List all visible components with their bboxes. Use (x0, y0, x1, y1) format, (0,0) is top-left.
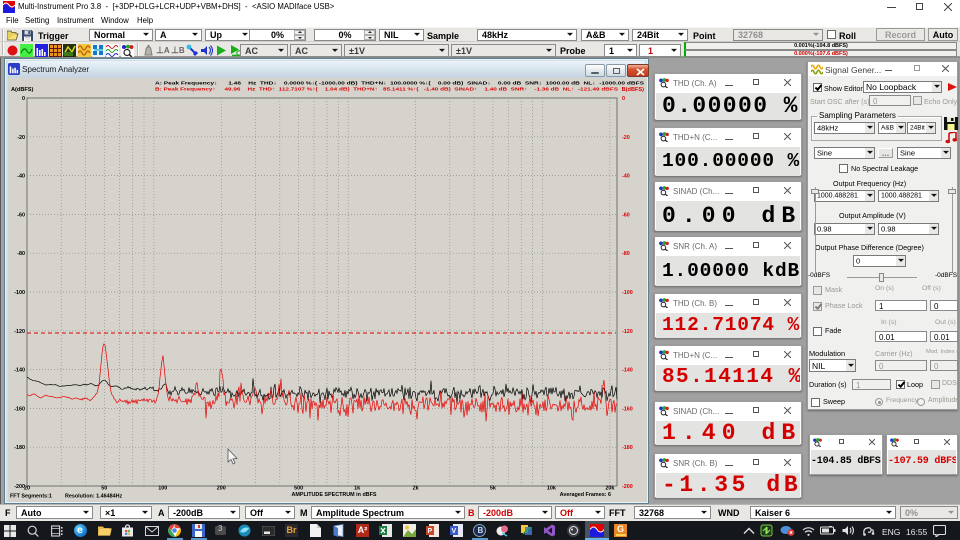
svg-text:5k: 5k (490, 486, 496, 492)
svg-text:-140: -140 (622, 368, 633, 374)
svg-text:20: 20 (24, 486, 30, 492)
svg-text:-200: -200 (622, 484, 633, 490)
svg-text:A(dBFS): A(dBFS) (11, 87, 34, 93)
svg-text:-40: -40 (17, 174, 25, 180)
svg-text:0: 0 (622, 96, 625, 102)
svg-text:-40: -40 (622, 174, 630, 180)
svg-text:B: Peak Frequency↑ 49.96: B: Peak Frequency↑ 49.96 Hz THD↑ 112.710… (155, 87, 619, 93)
svg-text:-80: -80 (622, 251, 630, 257)
svg-text:10k: 10k (547, 486, 556, 492)
svg-text:-160: -160 (14, 406, 25, 412)
svg-text:50: 50 (101, 486, 107, 492)
svg-text:-60: -60 (17, 212, 25, 218)
svg-text:-100: -100 (622, 290, 633, 296)
svg-text:0: 0 (22, 96, 25, 102)
svg-text:P: P (428, 528, 433, 535)
svg-text:-60: -60 (622, 212, 630, 218)
svg-text:500: 500 (294, 486, 303, 492)
svg-text:-180: -180 (14, 445, 25, 451)
svg-text:Averaged Frames: 6: Averaged Frames: 6 (560, 492, 611, 498)
svg-text:-140: -140 (14, 368, 25, 374)
svg-text:-20: -20 (622, 135, 630, 141)
svg-text:A: Peak Frequency↓ 1.46: A: Peak Frequency↓ 1.46 Hz THD↓ 0.0000 %… (155, 81, 645, 87)
svg-text:-80: -80 (17, 251, 25, 257)
svg-text:20k: 20k (605, 486, 614, 492)
svg-text:V: V (452, 528, 457, 535)
svg-text:2k: 2k (413, 486, 419, 492)
svg-text:Resolution: 1.46484Hz: Resolution: 1.46484Hz (65, 494, 123, 500)
svg-text:-120: -120 (14, 329, 25, 335)
svg-text:-100: -100 (14, 290, 25, 296)
svg-text:-180: -180 (622, 445, 633, 451)
svg-text:FFT Segments:1: FFT Segments:1 (10, 494, 52, 500)
svg-text:100: 100 (158, 486, 167, 492)
svg-text:-120: -120 (622, 329, 633, 335)
svg-text:-160: -160 (622, 406, 633, 412)
svg-text:1k: 1k (354, 486, 360, 492)
svg-text:B(dBFS): B(dBFS) (622, 87, 645, 93)
svg-text:-20: -20 (17, 135, 25, 141)
svg-text:200: 200 (217, 486, 226, 492)
svg-text:AMPLITUDE SPECTRUM in dBFS: AMPLITUDE SPECTRUM in dBFS (291, 492, 376, 498)
